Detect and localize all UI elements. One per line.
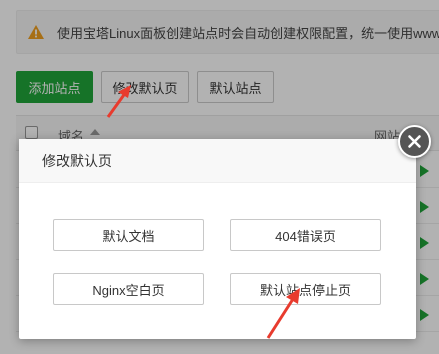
nginx-blank-page-button[interactable]: Nginx空白页 bbox=[53, 273, 204, 305]
dialog-header: 修改默认页 bbox=[19, 139, 416, 183]
close-icon bbox=[408, 135, 421, 148]
annotation-arrow-icon bbox=[266, 288, 300, 339]
404-error-page-button[interactable]: 404错误页 bbox=[230, 219, 381, 251]
annotation-arrow-icon bbox=[106, 85, 131, 118]
page: 使用宝塔Linux面板创建站点时会自动创建权限配置，统一使用www用户 添加站点… bbox=[0, 0, 439, 354]
edit-default-page-dialog: 修改默认页 默认文档 404错误页 Nginx空白页 默认站点停止页 bbox=[19, 139, 416, 339]
close-dialog-button[interactable] bbox=[398, 125, 431, 158]
dialog-title: 修改默认页 bbox=[42, 152, 112, 169]
dialog-body: 默认文档 404错误页 Nginx空白页 默认站点停止页 bbox=[19, 183, 416, 339]
default-document-button[interactable]: 默认文档 bbox=[53, 219, 204, 251]
